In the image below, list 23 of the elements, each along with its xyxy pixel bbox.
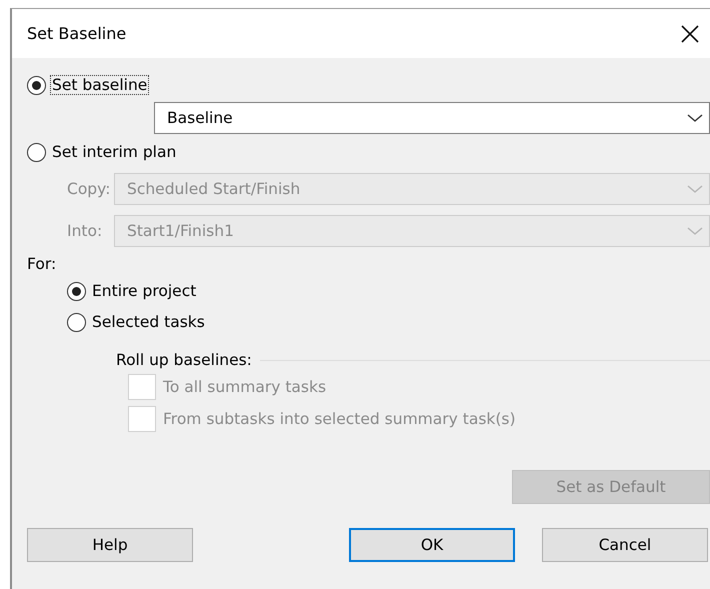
dialog-button[interactable]: OK [349,528,515,562]
close-icon[interactable] [680,24,700,44]
radio-button[interactable] [67,282,86,300]
radio-label: Set interim plan [51,142,178,162]
radio-label: Set baseline [50,75,150,95]
dialog-button[interactable]: Help [27,528,193,562]
chevron-down-icon [687,226,703,236]
radio-button[interactable] [27,142,46,162]
radio-button[interactable] [27,76,46,94]
dropdown-field[interactable]: Baseline [154,102,710,134]
field-label: Copy: [66,180,112,198]
radio-label: Entire project [91,281,198,301]
radio-button[interactable] [67,312,86,332]
checkbox-label: From subtasks into selected summary task(s) [163,410,516,428]
window-title: Set Baseline [27,24,126,43]
field-label: Into: [66,222,104,240]
chevron-down-icon [687,113,703,123]
checkbox-label: To all summary tasks [163,378,326,396]
dialog-button[interactable]: Cancel [542,528,708,562]
chevron-down-icon [687,184,703,194]
radio-label: Selected tasks [91,312,206,332]
group-label: For: [27,255,58,273]
section-heading: Roll up baselines: [116,351,252,369]
